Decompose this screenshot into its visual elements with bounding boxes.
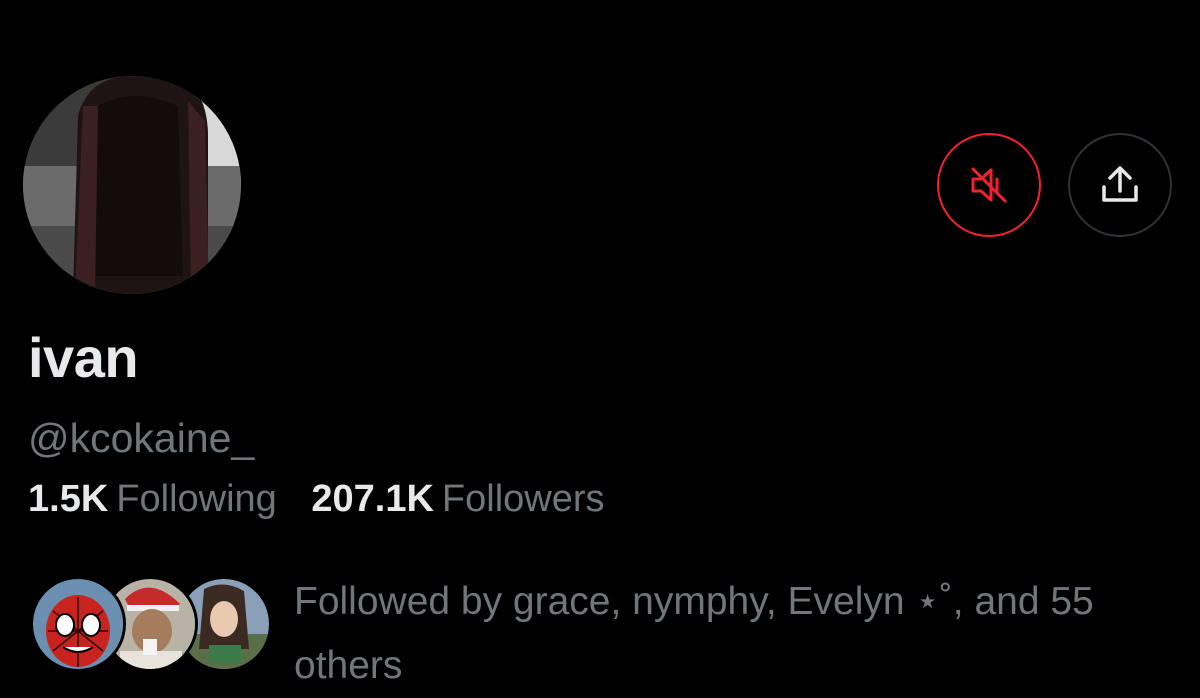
spiderman-avatar [30, 576, 126, 672]
followed-by-text[interactable]: Followed by grace, nymphy, Evelyn ⋆˚, an… [294, 570, 1184, 698]
unmute-button[interactable] [937, 133, 1041, 237]
speaker-muted-icon [971, 167, 1007, 203]
share-button[interactable] [1068, 133, 1172, 237]
followers-label: Followers [441, 478, 605, 520]
user-handle: @kcokaine_ [28, 415, 255, 461]
avatar-photo [23, 76, 241, 294]
profile-avatar[interactable] [23, 76, 241, 294]
following-count: 1.5K [28, 478, 109, 520]
display-name: ivan [28, 326, 139, 389]
followers-link[interactable]: 207.1K Followers [311, 480, 604, 518]
followed-by-avatars[interactable] [30, 576, 272, 676]
following-label: Following [116, 478, 277, 520]
following-link[interactable]: 1.5K Following [28, 480, 277, 518]
share-upload-icon [1102, 166, 1138, 202]
followers-count: 207.1K [311, 478, 434, 520]
follow-stats: 1.5K Following 207.1K Followers [28, 480, 605, 518]
